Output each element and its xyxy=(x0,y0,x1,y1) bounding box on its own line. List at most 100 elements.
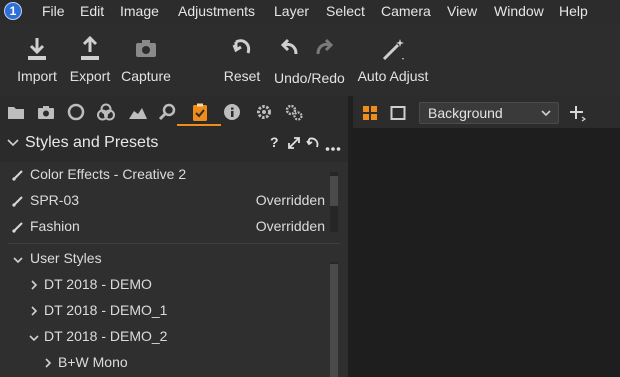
chevron-down-icon xyxy=(29,335,39,342)
user-styles-label: User Styles xyxy=(30,250,102,266)
override-status: Overridden xyxy=(255,218,325,234)
single-view-icon xyxy=(390,106,406,120)
redo-icon xyxy=(316,38,334,55)
auto-adjust-button[interactable]: Auto Adjust xyxy=(356,36,430,88)
menu-file[interactable]: File xyxy=(42,3,65,19)
tab-adjustments[interactable] xyxy=(190,103,210,121)
expand-button[interactable] xyxy=(287,136,301,153)
export-icon xyxy=(81,36,99,60)
chevron-right-icon xyxy=(45,358,52,368)
reset-icon xyxy=(306,137,319,148)
panel-reset-button[interactable] xyxy=(306,136,320,153)
style-group-row[interactable]: DT 2018 - DEMO xyxy=(0,272,330,298)
reset-icon xyxy=(232,39,251,54)
menu-view[interactable]: View xyxy=(447,3,477,19)
capture-button[interactable]: Capture xyxy=(120,36,172,88)
info-icon xyxy=(224,104,240,120)
magic-wand-icon xyxy=(382,39,404,61)
chevron-right-icon xyxy=(31,306,38,316)
app-logo[interactable]: 1 xyxy=(4,2,22,20)
export-button[interactable]: Export xyxy=(68,36,112,88)
panel-menu-button[interactable] xyxy=(325,140,341,155)
capture-label: Capture xyxy=(121,68,171,84)
tab-capture[interactable] xyxy=(36,103,56,121)
menu-adjustments[interactable]: Adjustments xyxy=(178,3,255,19)
clipboard-check-icon xyxy=(193,103,207,121)
style-group-row[interactable]: DT 2018 - DEMO_2 xyxy=(0,324,330,350)
user-styles-group[interactable]: User Styles xyxy=(0,246,330,272)
style-group-name: DT 2018 - DEMO xyxy=(44,276,152,292)
tab-library[interactable] xyxy=(6,103,26,121)
override-status: Overridden xyxy=(255,192,325,208)
panel-collapse-toggle[interactable] xyxy=(6,136,20,153)
chevron-down-icon xyxy=(13,257,23,264)
style-group-name: DT 2018 - DEMO_2 xyxy=(44,328,168,344)
chevron-down-icon xyxy=(541,110,551,117)
redo-button[interactable] xyxy=(314,36,336,65)
import-icon xyxy=(28,38,46,60)
menu-image[interactable]: Image xyxy=(120,3,159,19)
tab-metadata[interactable] xyxy=(222,103,242,121)
brush-icon xyxy=(12,222,23,233)
gears-icon xyxy=(285,104,303,121)
menu-select[interactable]: Select xyxy=(326,3,365,19)
grid-view-button[interactable] xyxy=(362,105,378,124)
section-divider xyxy=(8,243,340,244)
more-dots-icon xyxy=(325,147,341,151)
background-select-value: Background xyxy=(428,105,503,121)
undo-button[interactable] xyxy=(278,36,300,65)
style-group-name: DT 2018 - DEMO_1 xyxy=(44,302,168,318)
menu-layer[interactable]: Layer xyxy=(274,3,309,19)
auto-adjust-label: Auto Adjust xyxy=(357,68,429,84)
expand-arrows-icon xyxy=(288,137,300,149)
menu-help[interactable]: Help xyxy=(559,3,588,19)
tab-output[interactable] xyxy=(254,103,274,121)
tab-exposure[interactable] xyxy=(128,103,148,121)
lens-icon xyxy=(67,103,85,121)
brush-icon xyxy=(12,196,23,207)
image-viewer[interactable] xyxy=(353,128,620,377)
import-label: Import xyxy=(17,68,57,84)
camera-icon xyxy=(38,106,54,119)
menu-window[interactable]: Window xyxy=(494,3,544,19)
background-select[interactable]: Background xyxy=(419,102,559,124)
help-icon[interactable]: ? xyxy=(270,134,279,150)
brush-icon xyxy=(12,170,23,181)
applied-style-name: Fashion xyxy=(30,218,80,234)
tab-details[interactable] xyxy=(158,103,178,121)
tab-batch[interactable] xyxy=(284,103,304,121)
tab-color[interactable] xyxy=(96,103,116,121)
applied-style-name: SPR-03 xyxy=(30,192,80,208)
style-subgroup-name: B+W Mono xyxy=(58,354,128,370)
panel-title: Styles and Presets xyxy=(25,134,159,151)
menu-camera[interactable]: Camera xyxy=(381,3,431,19)
chevron-right-icon xyxy=(31,280,38,290)
add-viewer-button[interactable] xyxy=(568,104,587,125)
chevron-down-icon xyxy=(7,139,19,147)
menu-edit[interactable]: Edit xyxy=(80,3,104,19)
magnifier-icon xyxy=(158,103,176,121)
single-view-button[interactable] xyxy=(390,105,406,124)
grid-icon xyxy=(363,106,377,120)
style-group-row[interactable]: DT 2018 - DEMO_1 xyxy=(0,298,330,324)
applied-style-row[interactable]: Color Effects - Creative 2 xyxy=(0,162,330,188)
color-circles-icon xyxy=(97,103,115,121)
plus-icon xyxy=(570,106,587,122)
undo-redo-label: Undo/Redo xyxy=(274,70,345,86)
gear-icon xyxy=(257,105,271,119)
applied-style-row[interactable]: SPR-03 Overridden xyxy=(0,188,330,214)
histogram-icon xyxy=(129,108,147,119)
applied-style-name: Color Effects - Creative 2 xyxy=(30,166,187,182)
user-styles-scroll-thumb[interactable] xyxy=(330,264,338,377)
undo-icon xyxy=(280,38,298,55)
reset-label: Reset xyxy=(223,68,261,84)
tab-lens[interactable] xyxy=(66,103,86,121)
applied-style-row[interactable]: Fashion Overridden xyxy=(0,214,330,240)
applied-styles-scroll-thumb[interactable] xyxy=(330,176,338,206)
camera-icon xyxy=(136,40,156,57)
style-subgroup-row[interactable]: B+W Mono xyxy=(0,350,330,376)
reset-button[interactable]: Reset xyxy=(222,36,262,88)
import-button[interactable]: Import xyxy=(14,36,60,88)
export-label: Export xyxy=(69,68,111,84)
folder-icon xyxy=(8,107,24,119)
